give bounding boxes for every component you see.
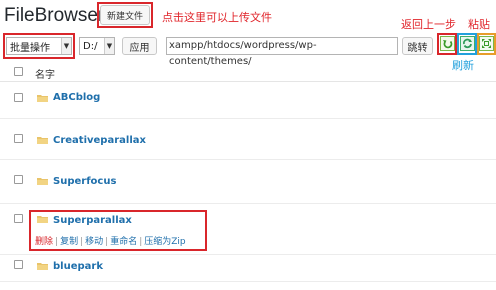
folder-icon [37,137,48,144]
new-file-button[interactable]: 新建文件 [100,5,150,25]
back-arrow-icon [443,40,453,49]
drive-select[interactable]: D:/ ▼ [79,37,115,55]
name-column-header[interactable]: 名字 [35,66,55,81]
go-button[interactable]: 跳转 [402,37,433,55]
row-checkbox[interactable] [14,175,23,184]
select-all-checkbox[interactable] [14,67,23,76]
back-hint: 返回上一步 [401,18,456,31]
action-separator: | [80,237,84,247]
row-checkbox[interactable] [14,260,23,269]
chevron-down-icon: ▼ [61,38,71,54]
bulk-action-value: 批量操作 [10,42,50,54]
apply-button[interactable]: 应用 [122,37,157,55]
refresh-icon [463,38,472,49]
row-checkbox[interactable] [14,214,23,223]
folder-link[interactable]: Superparallax [53,215,132,226]
expand-icon [482,39,491,48]
folder-icon [37,178,48,185]
zip-link[interactable]: 压缩为Zip [144,237,185,247]
row-divider [0,281,496,282]
chevron-down-icon: ▼ [104,38,114,54]
back-button[interactable] [440,36,455,51]
row-divider [0,203,496,204]
action-separator: | [105,237,109,247]
refresh-button[interactable] [460,36,475,51]
paste-button[interactable] [479,36,494,51]
path-input[interactable]: xampp/htdocs/wordpress/wp-content/themes… [166,37,398,67]
upload-hint: 点击这里可以上传文件 [162,11,272,24]
action-separator: | [139,237,143,247]
folder-link[interactable]: bluepark [53,261,103,272]
folder-link[interactable]: Creativeparallax [53,135,146,146]
folder-link[interactable]: ABCblog [53,92,100,103]
drive-value: D:/ [83,40,98,52]
row-divider [0,159,496,160]
copy-link[interactable]: 复制 [60,237,78,247]
row-actions: 删除 | 复制 | 移动 | 重命名 | 压缩为Zip [35,234,186,247]
paste-hint: 粘贴 [468,18,490,31]
folder-icon [37,95,48,102]
move-link[interactable]: 移动 [85,237,103,247]
bulk-action-select[interactable]: 批量操作 ▼ [6,37,72,55]
page-title: FileBrowser [4,5,105,26]
folder-icon [37,263,48,270]
delete-link[interactable]: 删除 [35,237,53,247]
rename-link[interactable]: 重命名 [110,237,137,247]
folder-link[interactable]: Superfocus [53,176,116,187]
refresh-hint: 刷新 [452,59,474,72]
row-checkbox[interactable] [14,134,23,143]
row-divider [0,118,496,119]
row-checkbox[interactable] [14,93,23,102]
folder-icon [37,216,48,223]
action-separator: | [55,237,59,247]
header-divider [0,81,496,82]
row-divider [0,254,496,255]
